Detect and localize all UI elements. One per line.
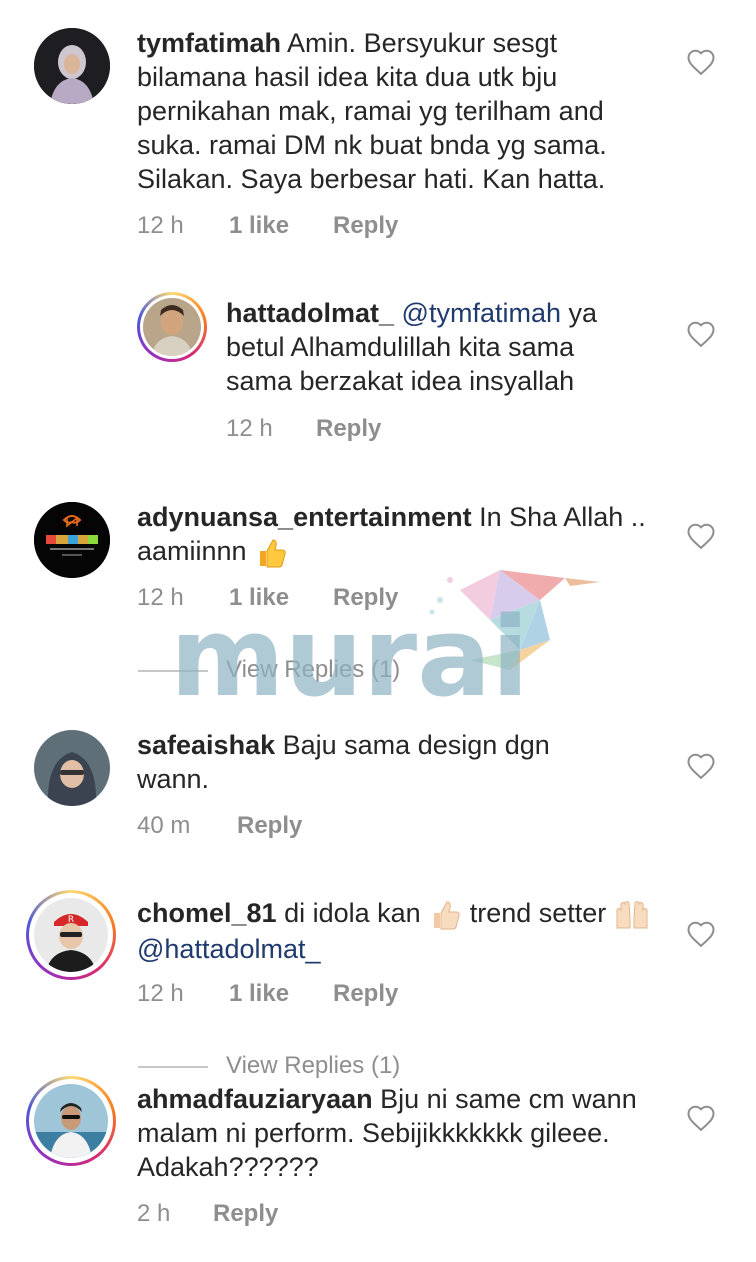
view-replies-button[interactable]: View Replies (1): [138, 656, 458, 686]
view-replies-label: View Replies (1): [226, 656, 401, 683]
reply-button[interactable]: Reply: [213, 1200, 278, 1228]
view-replies-button[interactable]: View Replies (1): [138, 1052, 458, 1082]
reply-button[interactable]: Reply: [333, 212, 398, 240]
divider-line: [138, 1066, 208, 1068]
comment-username[interactable]: adynuansa_entertainment: [137, 502, 472, 532]
reply-button[interactable]: Reply: [333, 980, 398, 1008]
comment-text: chomel_81 di idola kan trend setter @hat…: [137, 896, 657, 966]
heart-outline-icon[interactable]: [686, 1104, 716, 1132]
comment-time: 2 h: [137, 1200, 171, 1227]
heart-outline-icon[interactable]: [686, 752, 716, 780]
avatar-logo: [34, 502, 110, 578]
comment-time: 12 h: [137, 212, 184, 239]
comment-text: adynuansa_entertainment In Sha Allah .. …: [137, 500, 657, 570]
avatar-photo: [34, 1084, 108, 1158]
comment-likes[interactable]: 1 like: [229, 584, 289, 612]
avatar-photo: [34, 28, 110, 104]
avatar[interactable]: [34, 730, 110, 806]
comment-username[interactable]: safeaishak: [137, 730, 275, 760]
avatar[interactable]: R: [26, 890, 116, 980]
comment-text: safeaishak Baju sama design dgn wann.: [137, 728, 597, 796]
divider-line: [138, 670, 208, 672]
heart-outline-icon[interactable]: [686, 320, 716, 348]
comment-text: ahmadfauziaryaan Bju ni same cm wann mal…: [137, 1082, 657, 1184]
raising-hands-emoji: [616, 900, 648, 929]
thumbs-up-emoji: [260, 539, 286, 568]
comment-time: 12 h: [137, 980, 184, 1007]
avatar[interactable]: [26, 1076, 116, 1166]
comment-body-start: di idola kan: [284, 898, 421, 928]
reply-button[interactable]: Reply: [333, 584, 398, 612]
thumbs-up-emoji: [434, 901, 460, 930]
comment-time: 40 m: [137, 812, 191, 839]
comment-likes[interactable]: 1 like: [229, 980, 289, 1008]
comment-text: hattadolmat_ @tymfatimah ya betul Alhamd…: [226, 296, 646, 398]
comment-time: 12 h: [226, 415, 273, 442]
mention-link[interactable]: @tymfatimah: [402, 298, 561, 328]
avatar-photo: [34, 730, 110, 806]
avatar[interactable]: [34, 28, 110, 104]
mention-link[interactable]: @hattadolmat_: [137, 934, 321, 964]
heart-outline-icon[interactable]: [686, 522, 716, 550]
view-replies-label: View Replies (1): [226, 1052, 401, 1079]
comment-username[interactable]: hattadolmat_: [226, 298, 394, 328]
comment-likes[interactable]: 1 like: [229, 212, 289, 240]
comment-username[interactable]: chomel_81: [137, 898, 277, 928]
reply-button[interactable]: Reply: [316, 415, 381, 443]
avatar-photo: R: [34, 898, 108, 972]
comment-time: 12 h: [137, 584, 184, 611]
avatar-photo: [143, 298, 201, 356]
comment-body-end: trend setter: [469, 898, 607, 928]
avatar[interactable]: [34, 502, 110, 578]
heart-outline-icon[interactable]: [686, 48, 716, 76]
comment-text: tymfatimah Amin. Bersyukur sesgt bilaman…: [137, 26, 657, 196]
heart-outline-icon[interactable]: [686, 920, 716, 948]
comment-username[interactable]: ahmadfauziaryaan: [137, 1084, 373, 1114]
comment-username[interactable]: tymfatimah: [137, 28, 281, 58]
reply-button[interactable]: Reply: [237, 812, 302, 840]
avatar[interactable]: [137, 292, 207, 362]
